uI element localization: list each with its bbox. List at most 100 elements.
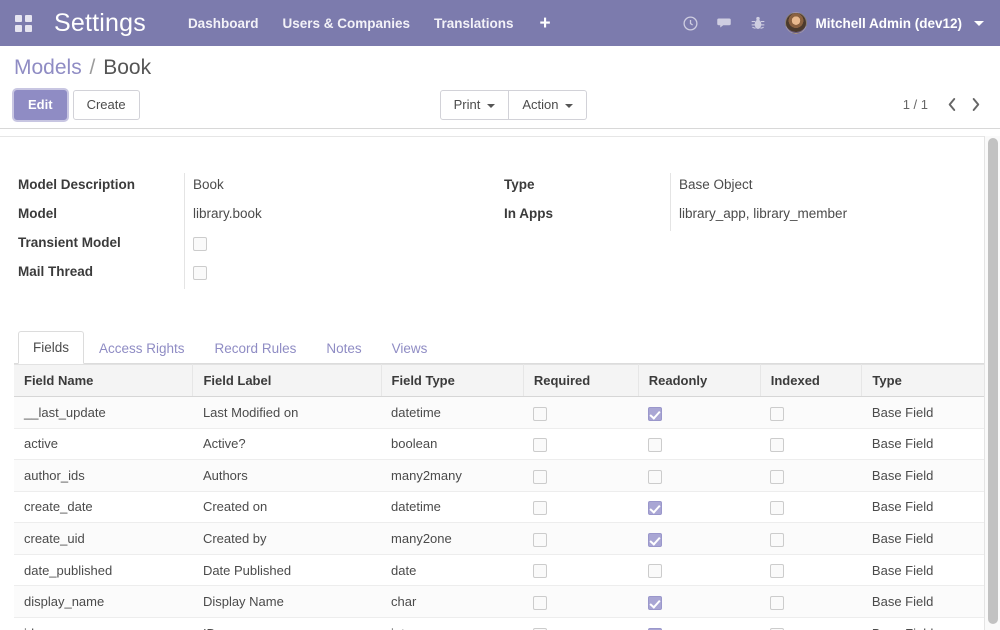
app-brand-title: Settings <box>54 8 146 37</box>
user-menu-label: Mitchell Admin (dev12) <box>815 15 962 31</box>
tab-fields[interactable]: Fields <box>18 331 85 364</box>
required-checkbox[interactable] <box>533 438 548 453</box>
action-label: Action <box>522 97 559 112</box>
cell-field-type: many2one <box>381 522 524 555</box>
field-label-mail-thread: Mail Thread <box>18 264 94 279</box>
readonly-checkbox[interactable] <box>648 532 663 547</box>
field-label-model-description: Model Description <box>18 177 136 192</box>
transient-model-checkbox[interactable] <box>193 237 207 252</box>
column-header-readonly[interactable]: Readonly <box>638 364 761 397</box>
field-value-model-description[interactable]: Book <box>184 173 500 202</box>
indexed-checkbox[interactable] <box>770 438 785 453</box>
indexed-checkbox[interactable] <box>770 595 785 610</box>
cell-type: Base Field <box>861 428 986 461</box>
tab-record-rules[interactable]: Record Rules <box>200 332 312 364</box>
column-header-field-name[interactable]: Field Name <box>14 364 194 397</box>
indexed-checkbox[interactable] <box>770 564 785 579</box>
column-header-type[interactable]: Type <box>861 364 986 397</box>
column-header-field-type[interactable]: Field Type <box>381 364 524 397</box>
navbar-item-dashboard[interactable]: Dashboard <box>176 10 271 37</box>
navbar-item-users-companies[interactable]: Users & Companies <box>270 10 422 37</box>
readonly-cell <box>638 459 761 492</box>
user-menu[interactable]: Mitchell Admin (dev12) <box>775 12 986 34</box>
tab-access-rights[interactable]: Access Rights <box>84 332 200 364</box>
indexed-checkbox[interactable] <box>770 406 785 421</box>
action-dropdown-button[interactable]: Action <box>509 90 588 120</box>
field-value-model[interactable]: library.book <box>184 202 500 231</box>
apps-grid-icon <box>14 14 32 32</box>
print-action-group: Print Action <box>439 90 588 120</box>
readonly-checkbox[interactable] <box>648 501 663 516</box>
chevron-down-icon <box>565 103 574 108</box>
readonly-checkbox[interactable] <box>648 406 663 421</box>
table-row[interactable]: create_date Created on datetime Base Field <box>14 491 986 524</box>
pager: 1 / 1 <box>903 93 986 117</box>
form-sheet: Model Description Book Model library.boo… <box>0 137 1000 630</box>
column-header-indexed[interactable]: Indexed <box>760 364 863 397</box>
column-header-field-label[interactable]: Field Label <box>192 364 382 397</box>
cell-field-name: id <box>14 617 193 630</box>
clock-icon[interactable] <box>673 6 707 40</box>
print-label: Print <box>453 97 481 112</box>
apps-menu-icon[interactable] <box>6 6 40 40</box>
field-value-type[interactable]: Base Object <box>670 173 986 202</box>
readonly-checkbox[interactable] <box>648 438 663 453</box>
table-row[interactable]: create_uid Created by many2one Base Field <box>14 522 986 555</box>
cell-type: Base Field <box>861 491 986 524</box>
cell-type: Base Field <box>861 396 986 429</box>
required-checkbox[interactable] <box>533 501 548 516</box>
field-label-in-apps: In Apps <box>504 206 553 221</box>
pager-previous-icon[interactable] <box>940 93 962 117</box>
table-row[interactable]: date_published Date Published date Base Fie… <box>14 554 986 587</box>
field-value-in-apps[interactable]: library_app, library_member <box>670 202 986 231</box>
messages-icon[interactable] <box>707 6 741 40</box>
readonly-cell <box>638 522 761 555</box>
debug-bug-icon[interactable] <box>741 6 775 40</box>
table-row[interactable]: author_ids Authors many2many Base Field <box>14 459 986 492</box>
cell-type: Base Field <box>861 459 986 492</box>
indexed-checkbox[interactable] <box>770 469 785 484</box>
cell-field-name: __last_update <box>14 396 193 429</box>
form-sheet-container: Model Description Book Model library.boo… <box>0 136 1000 630</box>
field-value-transient-model <box>184 231 500 260</box>
field-row-type: Type Base Object <box>500 173 986 202</box>
required-checkbox[interactable] <box>533 469 548 484</box>
breadcrumb-parent[interactable]: Models <box>14 56 82 79</box>
create-button[interactable]: Create <box>72 90 140 120</box>
required-checkbox[interactable] <box>533 406 548 421</box>
record-action-buttons: Edit Create <box>14 90 140 120</box>
indexed-checkbox[interactable] <box>770 501 785 516</box>
tab-views[interactable]: Views <box>377 332 443 364</box>
fields-list-table: Field Name Field Label Field Type Requir… <box>14 364 986 630</box>
indexed-cell <box>760 396 862 429</box>
readonly-cell <box>638 617 761 630</box>
navbar-add-icon[interactable]: + <box>526 12 565 35</box>
field-label-transient-model: Transient Model <box>18 235 121 250</box>
required-cell <box>523 522 639 555</box>
navbar-item-translations[interactable]: Translations <box>422 10 526 37</box>
scrollbar-thumb[interactable] <box>988 138 998 624</box>
required-checkbox[interactable] <box>533 532 548 547</box>
readonly-checkbox[interactable] <box>648 469 663 484</box>
tab-notes[interactable]: Notes <box>311 332 376 364</box>
column-header-required[interactable]: Required <box>523 364 639 397</box>
vertical-scrollbar[interactable] <box>984 136 1000 630</box>
cell-field-label: Active? <box>192 428 382 461</box>
field-row-in-apps: In Apps library_app, library_member <box>500 202 986 231</box>
print-dropdown-button[interactable]: Print <box>439 90 510 120</box>
mail-thread-checkbox[interactable] <box>193 266 207 281</box>
table-row[interactable]: active Active? boolean Base Field <box>14 428 986 461</box>
readonly-checkbox[interactable] <box>648 595 663 610</box>
readonly-checkbox[interactable] <box>648 564 663 579</box>
required-checkbox[interactable] <box>533 595 548 610</box>
table-row[interactable]: display_name Display Name char Base Field <box>14 585 986 618</box>
edit-button[interactable]: Edit <box>14 90 67 120</box>
required-checkbox[interactable] <box>533 564 548 579</box>
control-panel-buttons: Edit Create Print Action 1 / 1 <box>14 90 986 120</box>
table-row[interactable]: __last_update Last Modified on datetime Bas… <box>14 396 986 429</box>
table-row[interactable]: idIDinteger Base Field <box>14 617 986 630</box>
pager-next-icon[interactable] <box>964 93 986 117</box>
cell-field-name: display_name <box>14 585 193 618</box>
indexed-checkbox[interactable] <box>770 532 785 547</box>
indexed-cell <box>760 459 862 492</box>
